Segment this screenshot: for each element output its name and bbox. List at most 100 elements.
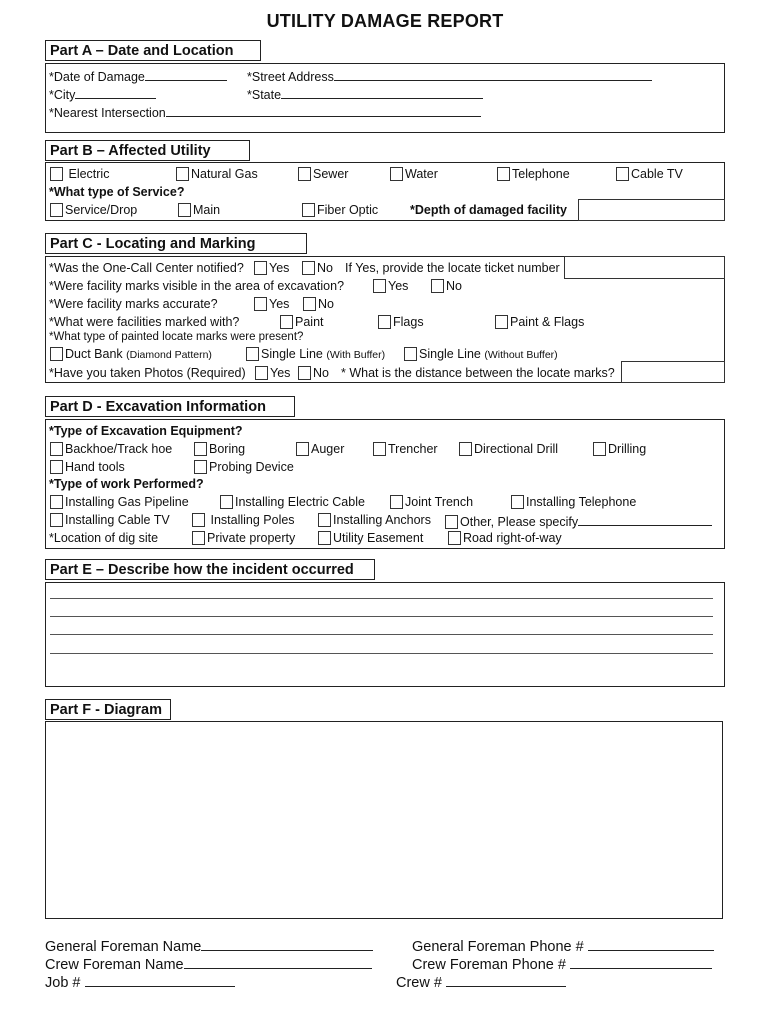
checkbox-box[interactable] — [178, 203, 191, 217]
checkbox-box[interactable] — [296, 442, 309, 456]
crew-number-field[interactable]: Crew # — [396, 974, 566, 991]
distance-input[interactable] — [621, 361, 725, 383]
checkbox-box[interactable] — [50, 513, 63, 527]
checkbox-paint-flags[interactable]: Paint & Flags — [495, 315, 584, 329]
checkbox-boring[interactable]: Boring — [194, 442, 245, 456]
checkbox-gas-pipeline[interactable]: Installing Gas Pipeline — [50, 495, 189, 509]
crew-foreman-phone-field[interactable]: Crew Foreman Phone # — [412, 956, 712, 973]
checkbox-private-property[interactable]: Private property — [192, 531, 295, 545]
checkbox-joint-trench[interactable]: Joint Trench — [390, 495, 473, 509]
checkbox-box[interactable] — [497, 167, 510, 181]
checkbox-box[interactable] — [459, 442, 472, 456]
checkbox-box[interactable] — [192, 531, 205, 545]
description-line-4[interactable] — [50, 653, 713, 654]
nearest-intersection-field[interactable]: *Nearest Intersection — [49, 104, 481, 120]
checkbox-box[interactable] — [192, 513, 205, 527]
checkbox-box[interactable] — [373, 442, 386, 456]
checkbox-box[interactable] — [194, 460, 207, 474]
street-address-field[interactable]: *Street Address — [247, 68, 652, 84]
checkbox-installing-telephone[interactable]: Installing Telephone — [511, 495, 636, 509]
checkbox-accurate-yes[interactable]: Yes — [254, 297, 289, 311]
checkbox-drilling[interactable]: Drilling — [593, 442, 646, 456]
crew-foreman-name-field[interactable]: Crew Foreman Name — [45, 956, 372, 973]
job-number-field[interactable]: Job # — [45, 974, 235, 991]
checkbox-box[interactable] — [176, 167, 189, 181]
checkbox-box[interactable] — [246, 347, 259, 361]
checkbox-box[interactable] — [302, 261, 315, 275]
checkbox-box[interactable] — [445, 515, 458, 529]
checkbox-box[interactable] — [318, 513, 331, 527]
checkbox-box[interactable] — [280, 315, 293, 329]
checkbox-box[interactable] — [255, 366, 268, 380]
checkbox-flags[interactable]: Flags — [378, 315, 424, 329]
checkbox-main[interactable]: Main — [178, 203, 220, 217]
checkbox-visible-yes[interactable]: Yes — [373, 279, 408, 293]
checkbox-cable-tv-install[interactable]: Installing Cable TV — [50, 513, 170, 527]
checkbox-box[interactable] — [390, 167, 403, 181]
checkbox-water[interactable]: Water — [390, 167, 438, 181]
checkbox-box[interactable] — [404, 347, 417, 361]
checkbox-paint[interactable]: Paint — [280, 315, 324, 329]
checkbox-box[interactable] — [50, 460, 63, 474]
checkbox-one-call-yes[interactable]: Yes — [254, 261, 289, 275]
checkbox-single-line-buffer[interactable]: Single Line (With Buffer) — [246, 347, 385, 361]
checkbox-directional-drill[interactable]: Directional Drill — [459, 442, 558, 456]
checkbox-fiber-optic[interactable]: Fiber Optic — [302, 203, 378, 217]
checkbox-box[interactable] — [302, 203, 315, 217]
checkbox-box[interactable] — [254, 297, 267, 311]
checkbox-box[interactable] — [50, 167, 63, 181]
checkbox-service-drop[interactable]: Service/Drop — [50, 203, 137, 217]
checkbox-box[interactable] — [254, 261, 267, 275]
checkbox-box[interactable] — [50, 442, 63, 456]
ticket-number-input[interactable] — [564, 256, 725, 279]
checkbox-box[interactable] — [303, 297, 316, 311]
checkbox-box[interactable] — [616, 167, 629, 181]
depth-input[interactable] — [578, 199, 725, 221]
checkbox-box[interactable] — [373, 279, 386, 293]
checkbox-box[interactable] — [318, 531, 331, 545]
checkbox-backhoe[interactable]: Backhoe/Track hoe — [50, 442, 172, 456]
checkbox-box[interactable] — [448, 531, 461, 545]
description-line-3[interactable] — [50, 634, 713, 635]
general-foreman-phone-field[interactable]: General Foreman Phone # — [412, 938, 714, 955]
checkbox-installing-poles[interactable]: Installing Poles — [192, 513, 295, 527]
checkbox-box[interactable] — [50, 495, 63, 509]
checkbox-photos-no[interactable]: No — [298, 366, 329, 380]
checkbox-box[interactable] — [390, 495, 403, 509]
checkbox-box[interactable] — [378, 315, 391, 329]
state-field[interactable]: *State — [247, 86, 484, 102]
checkbox-trencher[interactable]: Trencher — [373, 442, 438, 456]
checkbox-box[interactable] — [298, 366, 311, 380]
other-specify-line[interactable] — [578, 513, 713, 526]
checkbox-box[interactable] — [298, 167, 311, 181]
checkbox-hand-tools[interactable]: Hand tools — [50, 460, 125, 474]
checkbox-box[interactable] — [220, 495, 233, 509]
checkbox-auger[interactable]: Auger — [296, 442, 344, 456]
checkbox-single-line-no-buffer[interactable]: Single Line (Without Buffer) — [404, 347, 558, 361]
checkbox-natural-gas[interactable]: Natural Gas — [176, 167, 258, 181]
checkbox-other[interactable]: Other, Please specify — [445, 513, 713, 529]
checkbox-visible-no[interactable]: No — [431, 279, 462, 293]
diagram-area[interactable] — [45, 721, 723, 919]
general-foreman-name-field[interactable]: General Foreman Name — [45, 938, 374, 955]
city-field[interactable]: *City — [49, 86, 157, 102]
checkbox-box[interactable] — [593, 442, 606, 456]
checkbox-accurate-no[interactable]: No — [303, 297, 334, 311]
checkbox-box[interactable] — [194, 442, 207, 456]
checkbox-box[interactable] — [50, 347, 63, 361]
checkbox-road-right-of-way[interactable]: Road right-of-way — [448, 531, 562, 545]
checkbox-duct-bank[interactable]: Duct Bank (Diamond Pattern) — [50, 347, 212, 361]
checkbox-electric[interactable]: Electric — [50, 167, 109, 181]
description-line-1[interactable] — [50, 598, 713, 599]
checkbox-sewer[interactable]: Sewer — [298, 167, 348, 181]
date-of-damage-field[interactable]: *Date of Damage — [49, 68, 227, 84]
checkbox-electric-cable[interactable]: Installing Electric Cable — [220, 495, 365, 509]
description-line-2[interactable] — [50, 616, 713, 617]
checkbox-photos-yes[interactable]: Yes — [255, 366, 290, 380]
checkbox-installing-anchors[interactable]: Installing Anchors — [318, 513, 431, 527]
checkbox-box[interactable] — [495, 315, 508, 329]
checkbox-cable-tv[interactable]: Cable TV — [616, 167, 683, 181]
checkbox-box[interactable] — [431, 279, 444, 293]
checkbox-telephone[interactable]: Telephone — [497, 167, 570, 181]
checkbox-one-call-no[interactable]: No — [302, 261, 333, 275]
